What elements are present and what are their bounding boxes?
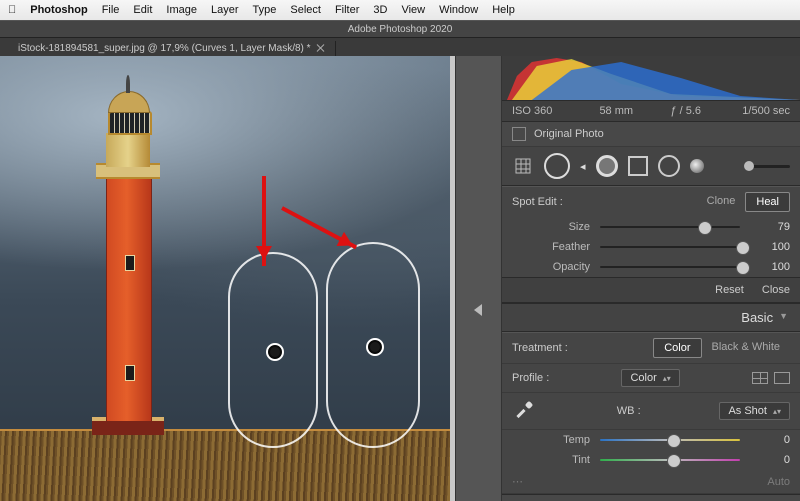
size-slider[interactable]	[600, 220, 740, 234]
tint-label: Tint	[526, 454, 590, 466]
feather-label: Feather	[526, 241, 590, 253]
treatment-toggle[interactable]: Color Black & White	[653, 338, 790, 358]
tint-slider[interactable]	[600, 453, 740, 467]
treatment-label: Treatment :	[512, 342, 568, 354]
chevron-updown-icon: ▴▾	[773, 407, 781, 416]
menu-type[interactable]: Type	[253, 4, 277, 16]
size-value[interactable]: 79	[750, 221, 790, 233]
spot-pin-icon	[366, 338, 384, 356]
spot-mode-heal[interactable]: Heal	[745, 192, 790, 212]
photo	[0, 56, 450, 501]
feather-slider[interactable]	[600, 240, 740, 254]
opacity-slider[interactable]	[600, 260, 740, 274]
brush-hardness-icon[interactable]	[596, 155, 618, 177]
apple-icon[interactable]: 	[8, 4, 16, 16]
menu-image[interactable]: Image	[166, 4, 197, 16]
reset-button[interactable]: Reset	[715, 284, 744, 296]
profile-label: Profile :	[512, 372, 549, 384]
document-tab-label: iStock-181894581_super.jpg @ 17,9% (Curv…	[18, 43, 311, 54]
spot-heal-source[interactable]	[228, 252, 318, 448]
temp-slider[interactable]	[600, 433, 740, 447]
window-title: Adobe Photoshop 2020	[0, 20, 800, 38]
document-canvas[interactable]	[0, 56, 455, 501]
menu-file[interactable]: File	[102, 4, 120, 16]
menu-window[interactable]: Window	[439, 4, 478, 16]
app-name[interactable]: Photoshop	[30, 4, 87, 16]
histogram[interactable]	[502, 56, 800, 101]
opacity-value[interactable]: 100	[750, 261, 790, 273]
chevron-updown-icon: ▴▾	[663, 374, 671, 383]
spot-heal-dest[interactable]	[326, 242, 420, 448]
panel-collapse-icon[interactable]	[474, 304, 482, 316]
menu-view[interactable]: View	[401, 4, 425, 16]
eyedropper-icon[interactable]	[512, 398, 538, 424]
spot-edit-section: Spot Edit : Clone Heal Size 79 Feather 1…	[502, 186, 800, 304]
menu-3d[interactable]: 3D	[373, 4, 387, 16]
mini-slider[interactable]	[744, 165, 790, 168]
treatment-color[interactable]: Color	[653, 338, 701, 358]
spot-mode-clone[interactable]: Clone	[697, 192, 746, 212]
grid4-icon[interactable]	[752, 372, 768, 384]
size-label: Size	[526, 221, 590, 233]
menu-help[interactable]: Help	[492, 4, 515, 16]
wb-value: As Shot	[728, 405, 767, 417]
adjustment-tool-strip: ◂	[502, 147, 800, 186]
spot-pin-icon	[266, 343, 284, 361]
temp-value[interactable]: 0	[750, 434, 790, 446]
checkbox-icon[interactable]	[512, 127, 526, 141]
profile-dropdown[interactable]: Color ▴▾	[621, 369, 679, 387]
size-handle-icon[interactable]: ◂	[580, 160, 586, 173]
basic-panel-header[interactable]: Basic ▼	[502, 304, 800, 332]
basic-title: Basic	[741, 310, 773, 325]
spot-mode-toggle[interactable]: Clone Heal	[697, 192, 790, 212]
wb-label: WB :	[617, 405, 641, 417]
radial-tool-icon[interactable]	[690, 159, 704, 173]
exif-row: ISO 360 58 mm ƒ / 5.6 1/500 sec	[502, 101, 800, 122]
annotation-arrow	[262, 176, 266, 266]
opacity-label: Opacity	[526, 261, 590, 273]
develop-panel: ISO 360 58 mm ƒ / 5.6 1/500 sec Original…	[502, 56, 800, 501]
exif-iso: ISO 360	[512, 105, 582, 117]
grid1-icon[interactable]	[774, 372, 790, 384]
profile-grid-icons[interactable]	[752, 372, 790, 384]
menubar:  Photoshop File Edit Image Layer Type S…	[0, 0, 800, 20]
close-button[interactable]: Close	[762, 284, 790, 296]
wb-dropdown[interactable]: As Shot ▴▾	[719, 402, 790, 420]
spot-size-icon[interactable]	[544, 153, 570, 179]
tint-value[interactable]: 0	[750, 454, 790, 466]
basic-section: Treatment : Color Black & White Profile …	[502, 332, 800, 495]
menu-edit[interactable]: Edit	[133, 4, 152, 16]
close-tab-icon[interactable]	[317, 44, 325, 52]
crop-icon[interactable]	[512, 155, 534, 177]
menu-layer[interactable]: Layer	[211, 4, 239, 16]
lighthouse	[82, 109, 174, 435]
temp-label: Temp	[526, 434, 590, 446]
auto-button[interactable]: Auto	[767, 476, 790, 488]
original-photo-label: Original Photo	[534, 128, 604, 140]
exif-shutter: 1/500 sec	[721, 105, 791, 117]
menu-select[interactable]: Select	[290, 4, 321, 16]
document-tab[interactable]: iStock-181894581_super.jpg @ 17,9% (Curv…	[8, 41, 336, 56]
menu-filter[interactable]: Filter	[335, 4, 359, 16]
exif-aperture: ƒ / 5.6	[651, 105, 721, 117]
oval-tool-icon[interactable]	[658, 155, 680, 177]
chevron-down-icon: ▼	[779, 311, 788, 326]
spot-edit-title: Spot Edit :	[512, 196, 563, 208]
profile-value: Color	[630, 372, 656, 384]
exif-focal: 58 mm	[582, 105, 652, 117]
rect-tool-icon[interactable]	[628, 156, 648, 176]
panel-gutter	[455, 56, 502, 501]
treatment-bw[interactable]: Black & White	[702, 338, 790, 358]
feather-value[interactable]: 100	[750, 241, 790, 253]
original-photo-toggle[interactable]: Original Photo	[502, 122, 800, 147]
